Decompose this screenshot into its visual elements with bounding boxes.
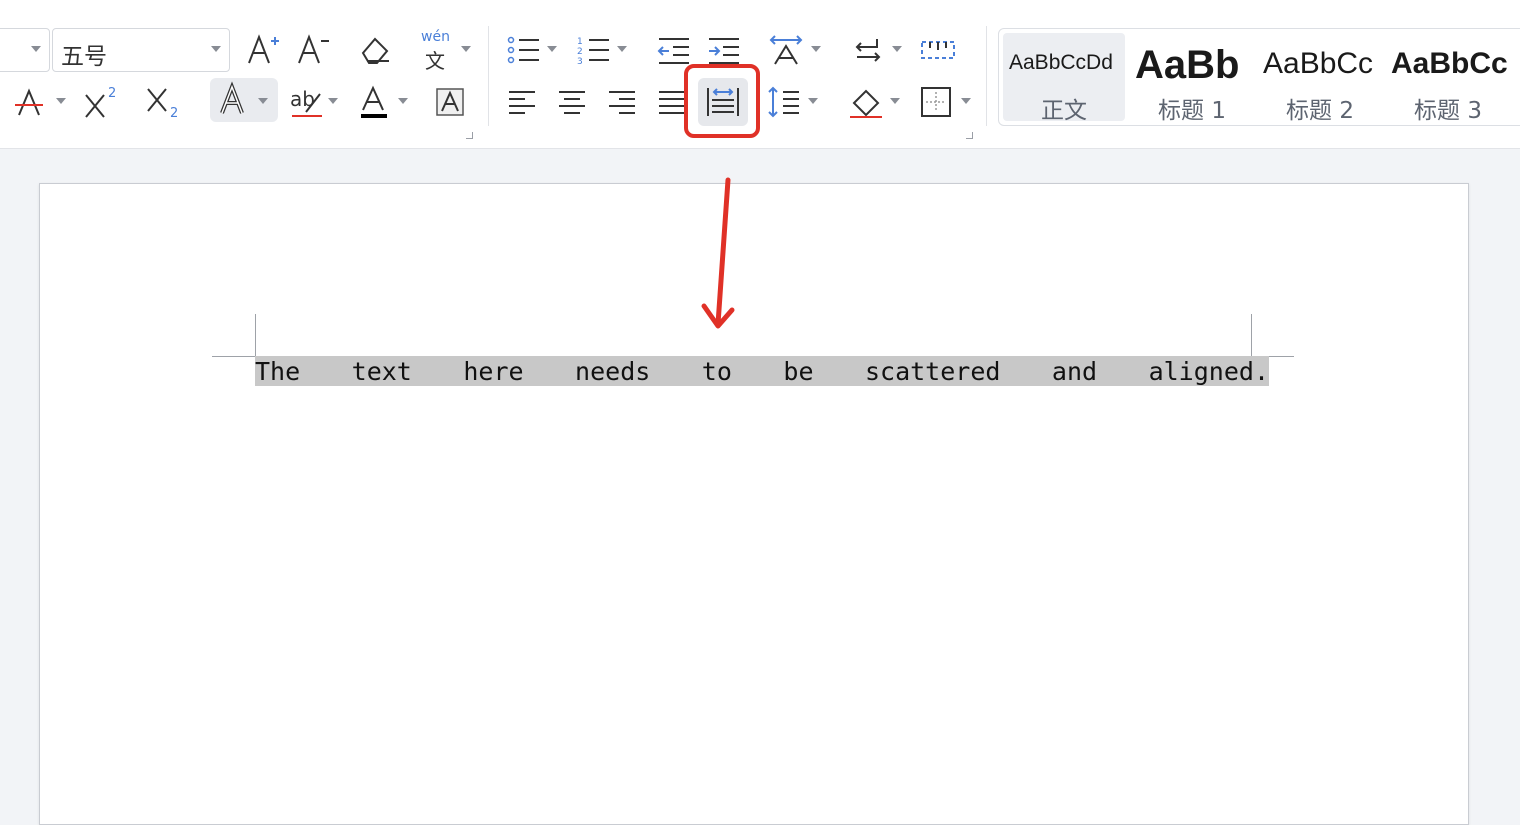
font-color-button[interactable]: [350, 80, 398, 124]
group-divider: [488, 26, 489, 126]
align-center-icon: [559, 91, 585, 114]
chevron-down-icon[interactable]: [890, 98, 900, 104]
chevron-down-icon: [211, 46, 221, 52]
svg-text:1: 1: [577, 37, 583, 47]
numbered-list-icon: 1 2 3: [577, 37, 609, 67]
chevron-down-icon[interactable]: [328, 98, 338, 104]
highlight-icon: ab: [290, 87, 322, 117]
font-name-select[interactable]: [0, 28, 50, 72]
paragraph-dialog-launcher[interactable]: [966, 132, 973, 139]
borders-icon: [921, 87, 951, 117]
grow-font-button[interactable]: [238, 28, 286, 72]
chevron-down-icon[interactable]: [808, 98, 818, 104]
style-name: 标题 1: [1158, 98, 1226, 121]
chevron-down-icon[interactable]: [961, 98, 971, 104]
margin-mark-left: [212, 356, 255, 357]
style-sample: AaBb: [1135, 43, 1240, 87]
line-spacing-button[interactable]: [760, 80, 808, 124]
line-break-icon: [855, 39, 881, 62]
ribbon-toolbar: 五号 wén 文 2 2 ab 1 2 3 AaBbCcDd 正文 AaBb 标…: [0, 0, 1520, 149]
font-dialog-launcher[interactable]: [466, 132, 473, 139]
chevron-down-icon[interactable]: [547, 46, 557, 52]
character-spacing-button[interactable]: [762, 28, 810, 72]
borders-button[interactable]: [912, 80, 960, 124]
character-shading-icon: [436, 88, 464, 116]
numbering-button[interactable]: 1 2 3: [570, 28, 618, 72]
chevron-down-icon: [31, 46, 41, 52]
margin-mark-left: [255, 314, 256, 356]
superscript-icon: 2: [85, 86, 116, 118]
pinyin-guide-icon: wén 文: [421, 29, 450, 73]
svg-text:3: 3: [577, 57, 583, 67]
style-normal[interactable]: AaBbCcDd 正文: [1003, 33, 1125, 121]
chevron-down-icon[interactable]: [258, 98, 268, 104]
character-spacing-icon: [769, 35, 803, 65]
style-heading-1[interactable]: AaBb 标题 1: [1131, 33, 1253, 121]
shrink-font-button[interactable]: [288, 28, 336, 72]
chevron-down-icon[interactable]: [56, 98, 66, 104]
align-left-icon: [509, 91, 535, 114]
subscript-icon: 2: [147, 88, 178, 121]
margin-mark-right: [1251, 314, 1252, 356]
bullets-button[interactable]: [500, 28, 548, 72]
font-size-value: 五号: [61, 44, 107, 70]
document-paragraph[interactable]: The text here needs to be scattered and …: [255, 358, 1269, 386]
style-name: 标题 3: [1414, 98, 1482, 121]
ruler-button[interactable]: [914, 28, 962, 72]
pinyin-guide-button[interactable]: wén 文: [412, 28, 460, 73]
style-sample: AaBbCc: [1263, 47, 1374, 80]
style-heading-2[interactable]: AaBbCc 标题 2: [1259, 33, 1381, 121]
style-name: 正文: [1041, 98, 1087, 121]
styles-gallery: AaBbCcDd 正文 AaBb 标题 1 AaBbCc 标题 2 AaBbCc…: [998, 28, 1520, 126]
grow-font-icon: [248, 34, 279, 64]
paint-bucket-icon: [850, 89, 882, 118]
strikethrough-button[interactable]: [6, 80, 54, 124]
svg-text:ab: ab: [290, 87, 315, 111]
strikethrough-icon: [15, 88, 43, 116]
chevron-down-icon[interactable]: [811, 46, 821, 52]
style-name: 标题 2: [1286, 98, 1354, 121]
align-right-button[interactable]: [598, 80, 646, 124]
style-sample: AaBbCcDd: [1009, 51, 1113, 74]
align-left-button[interactable]: [498, 80, 546, 124]
group-divider: [986, 26, 987, 126]
subscript-button[interactable]: 2: [140, 80, 188, 124]
pinyin-label: wén: [421, 29, 450, 45]
decrease-indent-icon: [657, 38, 689, 64]
chevron-down-icon[interactable]: [617, 46, 627, 52]
svg-text:2: 2: [170, 106, 178, 121]
style-sample: AaBbCc: [1391, 47, 1508, 80]
annotation-arrow: [701, 177, 735, 329]
bullet-list-icon: [507, 36, 539, 64]
superscript-button[interactable]: 2: [78, 80, 126, 124]
font-color-icon: [361, 85, 387, 118]
line-break-button[interactable]: [844, 28, 892, 72]
font-size-select[interactable]: 五号: [52, 28, 230, 72]
shading-button[interactable]: [842, 80, 890, 124]
distributed-align-highlight: [684, 64, 760, 138]
justify-icon: [659, 91, 685, 114]
svg-text:2: 2: [108, 86, 116, 101]
clear-format-button[interactable]: [350, 28, 398, 72]
svg-text:2: 2: [577, 47, 583, 57]
chevron-down-icon[interactable]: [892, 46, 902, 52]
text-effect-icon: [220, 81, 244, 114]
shrink-font-icon: [298, 34, 329, 64]
align-right-icon: [609, 91, 635, 114]
character-shading-button[interactable]: [426, 80, 474, 124]
align-center-button[interactable]: [548, 80, 596, 124]
increase-indent-icon: [709, 38, 739, 64]
line-spacing-icon: [768, 86, 799, 118]
style-heading-3[interactable]: AaBbCc 标题 3: [1387, 33, 1509, 121]
chevron-down-icon[interactable]: [398, 98, 408, 104]
highlight-button[interactable]: ab: [282, 80, 330, 124]
eraser-icon: [361, 37, 389, 64]
ruler-icon: [921, 41, 955, 59]
document-page[interactable]: The text here needs to be scattered and …: [39, 183, 1469, 825]
chevron-down-icon[interactable]: [461, 46, 471, 52]
